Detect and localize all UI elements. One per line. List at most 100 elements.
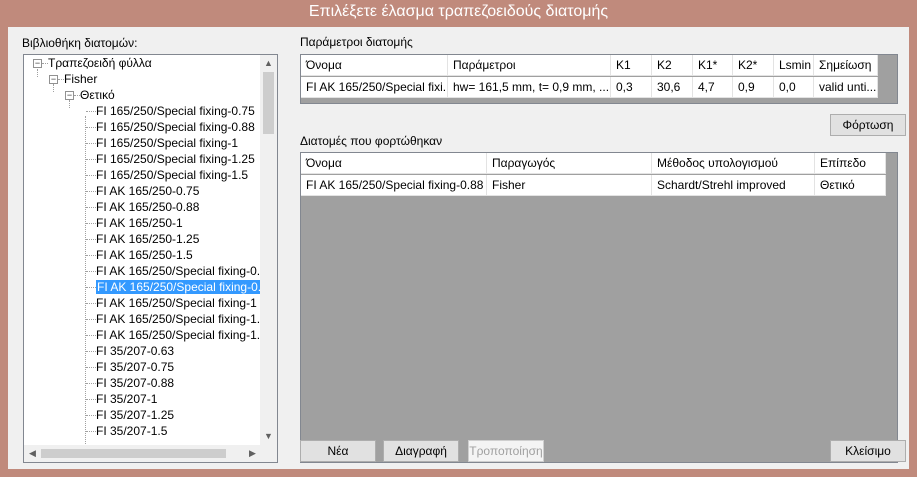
tree-line — [86, 335, 96, 336]
tree-line — [86, 159, 96, 160]
tree-item-label: FI AK 165/250-1.5 — [96, 248, 193, 262]
close-button[interactable]: Κλείσιμο — [830, 440, 906, 462]
tree-line — [86, 303, 96, 304]
params-column-header[interactable]: K1* — [693, 55, 733, 76]
scroll-thumb[interactable] — [41, 449, 226, 458]
tree-item[interactable]: FI 35/207-1 — [96, 391, 157, 407]
tree-item[interactable]: FI 35/207-0.75 — [96, 359, 174, 375]
tree-item[interactable]: FI 165/250/Special fixing-1 — [96, 135, 238, 151]
tree-item[interactable]: FI AK 165/250/Special fixing-1.25 — [96, 311, 261, 327]
scroll-left-icon[interactable]: ◀ — [24, 445, 41, 462]
loaded-cell[interactable]: FI AK 165/250/Special fixing-0.88 — [301, 175, 487, 196]
collapse-icon[interactable]: − — [65, 91, 74, 100]
scroll-up-icon[interactable]: ▲ — [260, 55, 277, 72]
params-column-header[interactable]: K1 — [611, 55, 652, 76]
tree-item-label: FI 165/250/Special fixing-1.5 — [96, 168, 249, 182]
tree-line — [86, 431, 96, 432]
params-grid[interactable]: Όνομα Παράμετροι K1 K2 K1* K2* Lsmin Σημείωση FI… — [300, 54, 898, 104]
loaded-grid[interactable]: Όνομα Παραγωγός Μέθοδος υπολογισμού Επίπεδο… — [300, 152, 898, 463]
tree-line — [86, 287, 96, 288]
tree-item[interactable]: FI AK 165/250-0.88 — [96, 199, 199, 215]
tree-item[interactable]: FI 35/207-1.25 — [96, 407, 174, 423]
params-column-header[interactable]: K2* — [733, 55, 774, 76]
tree-item-label: FI 35/207-1.5 — [96, 424, 168, 438]
tree-item[interactable]: FI AK 165/250/Special fixing-1.5 — [96, 327, 261, 343]
tree-item[interactable]: FI AK 165/250-1.25 — [96, 231, 199, 247]
scroll-right-icon[interactable]: ▶ — [244, 445, 261, 462]
loaded-cell[interactable]: Θετικό — [815, 175, 886, 196]
tree-item-label: FI 165/250/Special fixing-1.25 — [96, 152, 255, 166]
loaded-column-header[interactable]: Επίπεδο — [815, 153, 886, 174]
modify-button[interactable]: Τροποποίηση — [468, 440, 544, 462]
tree-line — [86, 143, 96, 144]
tree-item[interactable]: FI AK 165/250-1.5 — [96, 247, 193, 263]
delete-button[interactable]: Διαγραφή — [383, 440, 459, 462]
tree-item-label: FI AK 165/250-1 — [96, 216, 183, 230]
tree-item[interactable]: FI 35/207-0.63 — [96, 343, 174, 359]
params-cell[interactable]: 0,0 — [774, 77, 814, 98]
collapse-icon[interactable]: − — [49, 75, 58, 84]
params-label: Παράμετροι διατομής — [300, 35, 413, 49]
tree-item[interactable]: FI AK 165/250-0.75 — [96, 183, 199, 199]
scroll-thumb[interactable] — [263, 72, 274, 134]
tree-line — [86, 383, 96, 384]
params-column-header[interactable]: Σημείωση — [814, 55, 878, 76]
tree-item[interactable]: FI 165/250/Special fixing-1.5 — [96, 167, 248, 183]
tree-node-root[interactable]: Τραπεζοειδή φύλλα — [48, 55, 152, 71]
tree-item-label: FI AK 165/250/Special fixing-1 — [96, 296, 257, 310]
tree-item[interactable]: FI AK 165/250/Special fixing-0.88 — [96, 279, 261, 295]
tree-item-label: FI 35/207-1.25 — [96, 408, 175, 422]
tree-node-manufacturer[interactable]: Fisher — [64, 71, 97, 87]
tree-line — [86, 351, 96, 352]
tree-item-label: FI 165/250/Special fixing-0.75 — [96, 104, 255, 118]
tree-item-label: FI AK 165/250/Special fixing-1.5 — [96, 328, 261, 342]
tree-node-category[interactable]: Θετικό — [80, 87, 115, 103]
tree-line — [37, 69, 38, 77]
params-cell[interactable]: FI AK 165/250/Special fixi... — [301, 77, 448, 98]
tree-line — [86, 319, 96, 320]
tree-item-label: FI AK 165/250-0.75 — [96, 184, 200, 198]
tree-line — [86, 191, 96, 192]
tree-item[interactable]: FI 35/207-1.5 — [96, 423, 167, 439]
tree-item[interactable]: FI 35/207-0.88 — [96, 375, 174, 391]
tree-item-label: FI 165/250/Special fixing-1 — [96, 136, 239, 150]
params-column-header[interactable]: K2 — [652, 55, 693, 76]
tree-item[interactable]: FI AK 165/250/Special fixing-1 — [96, 295, 257, 311]
tree-line — [86, 271, 96, 272]
tree-item[interactable]: FI 165/250/Special fixing-1.25 — [96, 151, 255, 167]
collapse-icon[interactable]: − — [33, 59, 42, 68]
load-button[interactable]: Φόρτωση — [830, 114, 906, 136]
window-title: Επιλέξετε έλασμα τραπεζοειδούς διατομής — [0, 0, 917, 26]
tree-vertical-scrollbar[interactable]: ▲ ▼ — [260, 55, 277, 445]
params-cell[interactable]: 0,3 — [611, 77, 652, 98]
tree-item-label: FI 35/207-0.88 — [96, 376, 175, 390]
loaded-cell[interactable]: Fisher — [487, 175, 652, 196]
loaded-column-header[interactable]: Όνομα — [301, 153, 487, 174]
loaded-column-header[interactable]: Παραγωγός — [487, 153, 652, 174]
scroll-down-icon[interactable]: ▼ — [260, 428, 277, 445]
tree-item[interactable]: FI AK 165/250/Special fixing-0.75 — [96, 263, 261, 279]
tree-line — [86, 255, 96, 256]
tree-item[interactable]: FI 165/250/Special fixing-0.75 — [96, 103, 255, 119]
tree-item[interactable]: FI AK 165/250-1 — [96, 215, 183, 231]
params-cell[interactable]: 30,6 — [652, 77, 693, 98]
params-column-header[interactable]: Παράμετροι — [448, 55, 611, 76]
loaded-column-header[interactable]: Μέθοδος υπολογισμού — [652, 153, 815, 174]
tree-line — [86, 207, 96, 208]
tree-horizontal-scrollbar[interactable]: ◀ ▶ — [24, 445, 261, 462]
scrollbar-corner — [260, 445, 277, 462]
params-column-header[interactable]: Όνομα — [301, 55, 448, 76]
tree-line — [85, 116, 86, 445]
new-button[interactable]: Νέα — [300, 440, 376, 462]
library-tree[interactable]: − Τραπεζοειδή φύλλα − Fisher − Θετικό FI… — [23, 54, 278, 463]
tree-item[interactable]: FI 165/250/Special fixing-0.88 — [96, 119, 255, 135]
params-cell[interactable]: 4,7 — [693, 77, 733, 98]
params-cell[interactable]: hw= 161,5 mm, t= 0,9 mm, ... — [448, 77, 611, 98]
loaded-cell[interactable]: Schardt/Strehl improved — [652, 175, 815, 196]
params-cell[interactable]: 0,9 — [733, 77, 774, 98]
params-cell[interactable]: valid unti... — [814, 77, 878, 98]
tree-item-label: FI 165/250/Special fixing-0.88 — [96, 120, 255, 134]
tree-item-label: FI 35/207-1 — [96, 392, 158, 406]
params-column-header[interactable]: Lsmin — [774, 55, 814, 76]
tree-line — [69, 100, 70, 108]
